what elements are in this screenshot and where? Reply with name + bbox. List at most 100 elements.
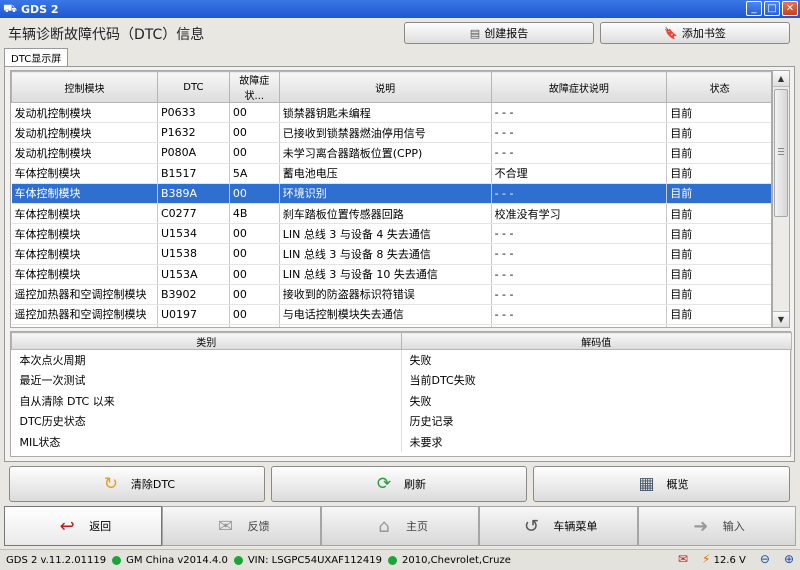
- status-table-cell: 失败: [401, 390, 792, 411]
- dtc-table-cell: 发动机控制模块: [11, 102, 158, 124]
- dtc-table-cell: - - -: [491, 243, 668, 265]
- tab-bar: DTC显示屏: [4, 48, 69, 66]
- dtc-table-cell: C0277: [157, 203, 230, 225]
- dtc-table-cell: U0197: [157, 304, 230, 326]
- status-table-cell: 失败: [401, 349, 792, 370]
- zoom-out-icon[interactable]: ⊖: [760, 552, 770, 566]
- mail-icon[interactable]: ✉: [678, 552, 688, 566]
- dtc-table-cell: 车体控制模块: [11, 264, 158, 285]
- status-table-cell: 本次点火周期: [11, 349, 402, 370]
- create-report-label: 创建报告: [484, 27, 529, 40]
- scroll-down-icon[interactable]: ▼: [773, 311, 789, 327]
- dtc-table-cell: 发动机控制模块: [11, 142, 158, 164]
- dtc-table-cell: 车体控制模块: [11, 223, 158, 245]
- bottom-nav: ↩ 返回 ✉ 反馈 ⌂ 主页 ↺ 车辆菜单 ➜ 输入: [4, 506, 796, 546]
- dtc-table-cell: 与电话控制模块失去通信: [279, 304, 492, 326]
- dtc-table-cell: 未学习离合器踏板位置(CPP): [279, 142, 492, 164]
- dtc-table-cell: U153A: [157, 264, 230, 285]
- refresh-icon: ⟳: [376, 474, 392, 494]
- home-button[interactable]: ⌂ 主页: [320, 506, 480, 546]
- input-arrow-icon: ➜: [693, 515, 709, 537]
- create-report-button[interactable]: ▤ 创建报告: [404, 22, 594, 44]
- dtc-column-header[interactable]: 故障症状...: [228, 71, 280, 103]
- clear-dtc-button[interactable]: ↻ 清除DTC: [9, 466, 265, 502]
- dtc-table-cell: 00: [229, 122, 280, 144]
- dtc-table-cell: 与远程信息处理控制模块失去通信: [279, 324, 492, 327]
- scroll-thumb[interactable]: [774, 89, 788, 217]
- dtc-table-cell: - - -: [491, 142, 668, 164]
- status-table-cell: DTC历史状态: [11, 411, 402, 432]
- status-table-cell: 当前DTC失败: [401, 370, 792, 391]
- dtc-table-cell: 刹车踏板位置传感器回路: [279, 203, 492, 225]
- dtc-table-cell: - - -: [491, 304, 668, 326]
- dtc-table-cell: 00: [229, 264, 280, 285]
- dtc-table-row[interactable]: 发动机控制模块 P0633 00 锁禁器钥匙未编程 - - - 目前: [11, 102, 771, 124]
- add-bookmark-label: 添加书签: [681, 27, 726, 40]
- clear-dtc-icon: ↻: [103, 474, 118, 494]
- dtc-table-cell: 目前: [666, 304, 771, 326]
- dtc-table-cell: [666, 324, 771, 327]
- dtc-table-row[interactable]: 车体控制模块 U153A 00 LIN 总线 3 与设备 10 失去通信 - - - 目前: [11, 264, 771, 285]
- scroll-up-icon[interactable]: ▲: [773, 71, 789, 87]
- dtc-table-cell: 目前: [666, 183, 771, 204]
- dtc-table-cell: 车体控制模块: [11, 243, 158, 265]
- dtc-table-row[interactable]: 遥控加热器和空调控制模块 B3902 00 接收到的防盗器标识符错误 - - - 目前: [11, 284, 771, 305]
- feedback-button[interactable]: ✉ 反馈: [162, 506, 321, 546]
- dtc-table-row[interactable]: 车体控制模块 U1534 00 LIN 总线 3 与设备 4 失去通信 - - - 目前: [11, 223, 771, 245]
- dtc-table-row[interactable]: 遥控加热器和空调控制模块 U0197 00 与电话控制模块失去通信 - - - 目前: [11, 304, 771, 326]
- dtc-table-cell: 环境识别: [279, 183, 492, 204]
- maximize-button[interactable]: □: [764, 1, 780, 16]
- dtc-column-header[interactable]: 控制模块: [11, 71, 158, 103]
- dtc-table-row[interactable]: 车体控制模块 B389A 00 环境识别 - - - 目前: [11, 183, 771, 204]
- dtc-table-cell: 目前: [666, 142, 771, 164]
- dtc-table-cell: 目前: [666, 284, 771, 305]
- dtc-table-cell: 校准没有学习: [491, 203, 668, 225]
- dtc-table-cell: 00: [229, 142, 280, 164]
- dtc-column-header[interactable]: 说明: [278, 71, 492, 103]
- dtc-table-cell: - - -: [491, 284, 668, 305]
- back-button[interactable]: ↩ 返回: [4, 506, 163, 546]
- action-bar: ↻ 清除DTC ⟳ 刷新 ▦ 概览: [9, 466, 790, 502]
- tab-dtc-display[interactable]: DTC显示屏: [4, 48, 69, 66]
- close-button[interactable]: ✕: [782, 1, 798, 16]
- title-bar: ⛟ GDS 2 _ □ ✕: [0, 0, 800, 18]
- dtc-table-cell: 遥控加热器和空调控制模块: [11, 304, 158, 326]
- status-bar: GDS 2 v.11.2.01119 GM China v2014.4.0 VI…: [0, 549, 800, 570]
- add-bookmark-button[interactable]: 🔖 添加书签: [600, 22, 790, 44]
- dtc-table-row[interactable]: 遥控加热器和空调控制模块U019800与远程信息处理控制模块失去通信: [11, 324, 771, 327]
- vehicle-menu-button[interactable]: ↺ 车辆菜单: [479, 506, 638, 546]
- dtc-table-cell: 目前: [666, 243, 771, 265]
- zoom-in-icon[interactable]: ⊕: [784, 552, 794, 566]
- dtc-table-row[interactable]: 车体控制模块 U1538 00 LIN 总线 3 与设备 8 失去通信 - - - 目前: [11, 243, 771, 265]
- input-button[interactable]: ➜ 输入: [637, 506, 796, 546]
- dtc-status-table-container: 类别 解码值 本次点火周期 失败 最近一次测试 当前DTC失败 自从清除 DTC 以来 失败…: [10, 331, 792, 457]
- overview-label: 概览: [666, 478, 689, 491]
- dtc-table-row[interactable]: 车体控制模块 C0277 4B 刹车踏板位置传感器回路 校准没有学习 目前: [11, 203, 771, 225]
- dtc-table-cell: 发动机控制模块: [11, 122, 158, 144]
- dtc-table-row[interactable]: 发动机控制模块 P080A 00 未学习离合器踏板位置(CPP) - - - 目前: [11, 142, 771, 164]
- status-column-header: 类别: [11, 332, 402, 350]
- overview-button[interactable]: ▦ 概览: [533, 466, 790, 502]
- window-title: GDS 2: [21, 2, 59, 16]
- dtc-table-cell: B3902: [157, 284, 230, 305]
- dtc-table-scrollbar[interactable]: ▲ ▼: [772, 70, 790, 328]
- status-table-cell: MIL状态: [11, 431, 402, 452]
- dtc-column-header[interactable]: 状态: [666, 71, 771, 103]
- dtc-table-row[interactable]: 车体控制模块 B1517 5A 蓄电池电压 不合理 目前: [11, 163, 771, 184]
- dtc-table-cell: - - -: [491, 122, 668, 144]
- minimize-button[interactable]: _: [746, 1, 762, 16]
- voltage-display: ⚡ 12.6 V: [702, 552, 746, 566]
- dtc-table-cell: 5A: [229, 163, 280, 184]
- dtc-table-cell: 00: [229, 183, 280, 204]
- dtc-table-cell: 已接收到锁禁器燃油停用信号: [279, 122, 492, 144]
- status-dot-icon: [233, 555, 243, 565]
- dtc-table-cell: - - -: [491, 183, 668, 204]
- dtc-table-row[interactable]: 发动机控制模块 P1632 00 已接收到锁禁器燃油停用信号 - - - 目前: [11, 122, 771, 144]
- feedback-envelope-icon: ✉: [218, 515, 234, 537]
- vehicle-menu-label: 车辆菜单: [553, 520, 598, 533]
- dtc-column-header[interactable]: 故障症状说明: [490, 71, 668, 103]
- battery-bolt-icon: ⚡: [701, 552, 711, 566]
- dtc-table-cell: - - -: [491, 264, 668, 285]
- refresh-button[interactable]: ⟳ 刷新: [271, 466, 527, 502]
- dtc-column-header[interactable]: DTC: [156, 71, 230, 103]
